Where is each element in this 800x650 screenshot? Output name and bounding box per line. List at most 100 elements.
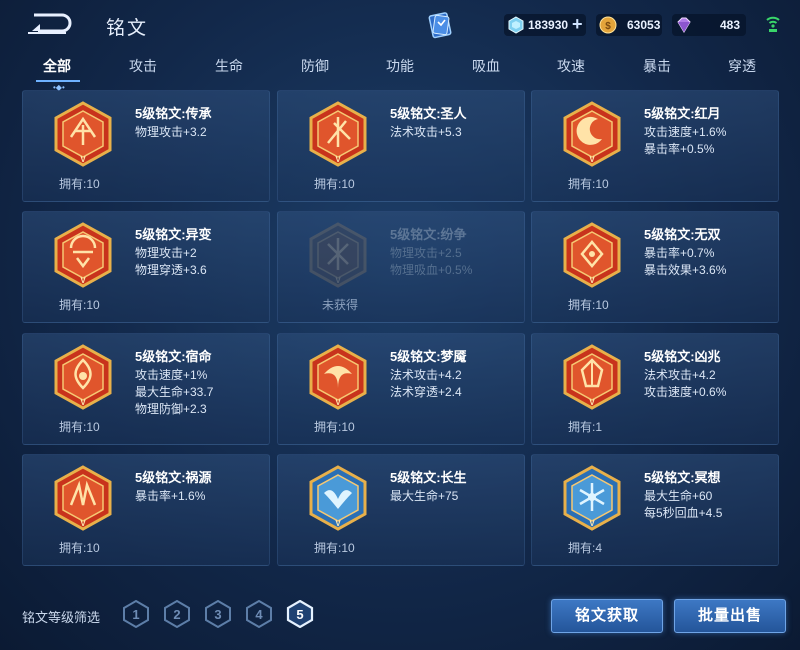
level-2-label: 2 [173,607,180,622]
rune-emblem-icon: V [309,465,367,531]
rune-stats: 最大生命+75 [390,488,458,505]
rune-owned: 拥有:4 [568,541,603,555]
rune-stat: 物理攻击+2 [135,246,197,260]
rune-stats: 物理攻击+2 物理穿透+3.6 [135,245,207,279]
rune-name: 5级铭文:纷争 [390,227,467,242]
rune-owned: 拥有:10 [59,420,100,434]
rune-stat: 暴击率+0.7% [644,246,715,260]
rune-card[interactable]: V 5级铭文:冥想 最大生命+60 每5秒回血+4.5 拥有:4 [531,454,779,566]
rune-name: 5级铭文:异变 [135,227,212,242]
rune-emblem-icon: V [563,101,621,167]
rune-card[interactable]: V 5级铭文:圣人 法术攻击+5.3 拥有:10 [277,90,525,202]
rune-owned: 拥有:10 [59,177,100,191]
level-filter-2[interactable]: 2 [163,600,191,628]
rune-name: 5级铭文:长生 [390,470,467,485]
rune-card[interactable]: V 5级铭文:无双 暴击率+0.7% 暴击效果+3.6% 拥有:10 [531,211,779,323]
rune-stat: 攻击速度+0.6% [644,385,727,399]
svg-text:V: V [80,519,86,528]
rune-name: 5级铭文:传承 [135,106,212,121]
rune-emblem-icon: V [54,465,112,531]
rune-stat: 物理攻击+3.2 [135,125,207,139]
svg-text:V: V [335,398,341,407]
rune-stat: 暴击效果+3.6% [644,263,727,277]
rune-stats: 最大生命+60 每5秒回血+4.5 [644,488,722,522]
rune-name: 5级铭文:梦魇 [390,349,467,364]
rune-stat: 物理攻击+2.5 [390,246,462,260]
rune-stat: 法术攻击+4.2 [390,368,462,382]
level-4-label: 4 [255,607,263,622]
level-filter-4[interactable]: 4 [245,600,273,628]
rune-card[interactable]: V 5级铭文:祸源 暴击率+1.6% 拥有:10 [22,454,270,566]
rune-card[interactable]: V 5级铭文:红月 攻击速度+1.6% 暴击率+0.5% 拥有:10 [531,90,779,202]
rune-name: 5级铭文:圣人 [390,106,467,121]
rune-stat: 法术攻击+5.3 [390,125,462,139]
level-3-label: 3 [214,607,221,622]
rune-emblem-icon: V [54,101,112,167]
rune-stats: 物理攻击+3.2 [135,124,207,141]
rune-emblem-icon: V [309,344,367,410]
rune-name: 5级铭文:凶兆 [644,349,721,364]
rune-owned: 拥有:10 [59,541,100,555]
rune-stat: 最大生命+75 [390,489,459,503]
rune-stat: 物理吸血+0.5% [390,263,473,277]
rune-owned: 未获得 [322,298,359,312]
rune-name: 5级铭文:无双 [644,227,721,242]
svg-text:V: V [589,276,595,285]
rune-name: 5级铭文:祸源 [135,470,212,485]
rune-grid: V 5级铭文:传承 物理攻击+3.2 拥有:10 V 5级铭文:圣人 法术攻击+… [0,0,800,650]
rune-emblem-icon: V [563,465,621,531]
batch-sell-button[interactable]: 批量出售 [674,599,786,633]
rune-owned: 拥有:10 [314,177,355,191]
svg-text:V: V [589,155,595,164]
level-1-label: 1 [132,607,139,622]
rune-emblem-icon: V [309,101,367,167]
rune-stats: 暴击率+0.7% 暴击效果+3.6% [644,245,726,279]
rune-card-locked[interactable]: V 5级铭文:纷争 物理攻击+2.5 物理吸血+0.5% 未获得 [277,211,525,323]
svg-text:V: V [80,276,86,285]
rune-stat: 暴击率+1.6% [135,489,206,503]
rune-stat: 法术穿透+2.4 [390,385,462,399]
get-rune-button[interactable]: 铭文获取 [551,599,663,633]
rune-card[interactable]: V 5级铭文:梦魇 法术攻击+4.2 法术穿透+2.4 拥有:10 [277,333,525,445]
level-filter-label: 铭文等级筛选 [22,610,101,625]
svg-text:V: V [80,398,86,407]
rune-stats: 攻击速度+1.6% 暴击率+0.5% [644,124,726,158]
rune-name: 5级铭文:冥想 [644,470,721,485]
rune-stats: 法术攻击+4.2 攻击速度+0.6% [644,367,726,401]
rune-emblem-icon: V [54,344,112,410]
rune-emblem-icon: V [563,344,621,410]
svg-text:V: V [589,398,595,407]
rune-card[interactable]: V 5级铭文:宿命 攻击速度+1% 最大生命+33.7 物理防御+2.3 拥有:… [22,333,270,445]
rune-name: 5级铭文:宿命 [135,349,212,364]
rune-stat: 攻击速度+1% [135,368,208,382]
level-filter-1[interactable]: 1 [122,600,150,628]
level-filter-3[interactable]: 3 [204,600,232,628]
rune-owned: 拥有:10 [314,420,355,434]
svg-text:V: V [80,155,86,164]
rune-owned: 拥有:10 [59,298,100,312]
rune-emblem-icon: V [54,222,112,288]
rune-owned: 拥有:1 [568,420,603,434]
rune-card[interactable]: V 5级铭文:异变 物理攻击+2 物理穿透+3.6 拥有:10 [22,211,270,323]
rune-card[interactable]: V 5级铭文:传承 物理攻击+3.2 拥有:10 [22,90,270,202]
rune-owned: 拥有:10 [314,541,355,555]
rune-stats: 法术攻击+5.3 [390,124,462,141]
rune-stat: 攻击速度+1.6% [644,125,727,139]
rune-card[interactable]: V 5级铭文:长生 最大生命+75 拥有:10 [277,454,525,566]
rune-emblem-icon: V [563,222,621,288]
svg-text:V: V [335,519,341,528]
level-5-label: 5 [296,607,303,622]
rune-owned: 拥有:10 [568,298,609,312]
rune-card[interactable]: V 5级铭文:凶兆 法术攻击+4.2 攻击速度+0.6% 拥有:1 [531,333,779,445]
level-filter-5[interactable]: 5 [286,600,314,628]
rune-stats: 攻击速度+1% 最大生命+33.7 物理防御+2.3 [135,367,213,418]
rune-stat: 最大生命+33.7 [135,385,214,399]
rune-stats: 物理攻击+2.5 物理吸血+0.5% [390,245,472,279]
svg-text:V: V [335,155,341,164]
rune-name: 5级铭文:红月 [644,106,721,121]
rune-stat: 最大生命+60 [644,489,713,503]
rune-stat: 物理防御+2.3 [135,402,207,416]
svg-text:V: V [335,276,341,285]
rune-emblem-icon: V [309,222,367,288]
rune-stat: 每5秒回血+4.5 [644,506,723,520]
